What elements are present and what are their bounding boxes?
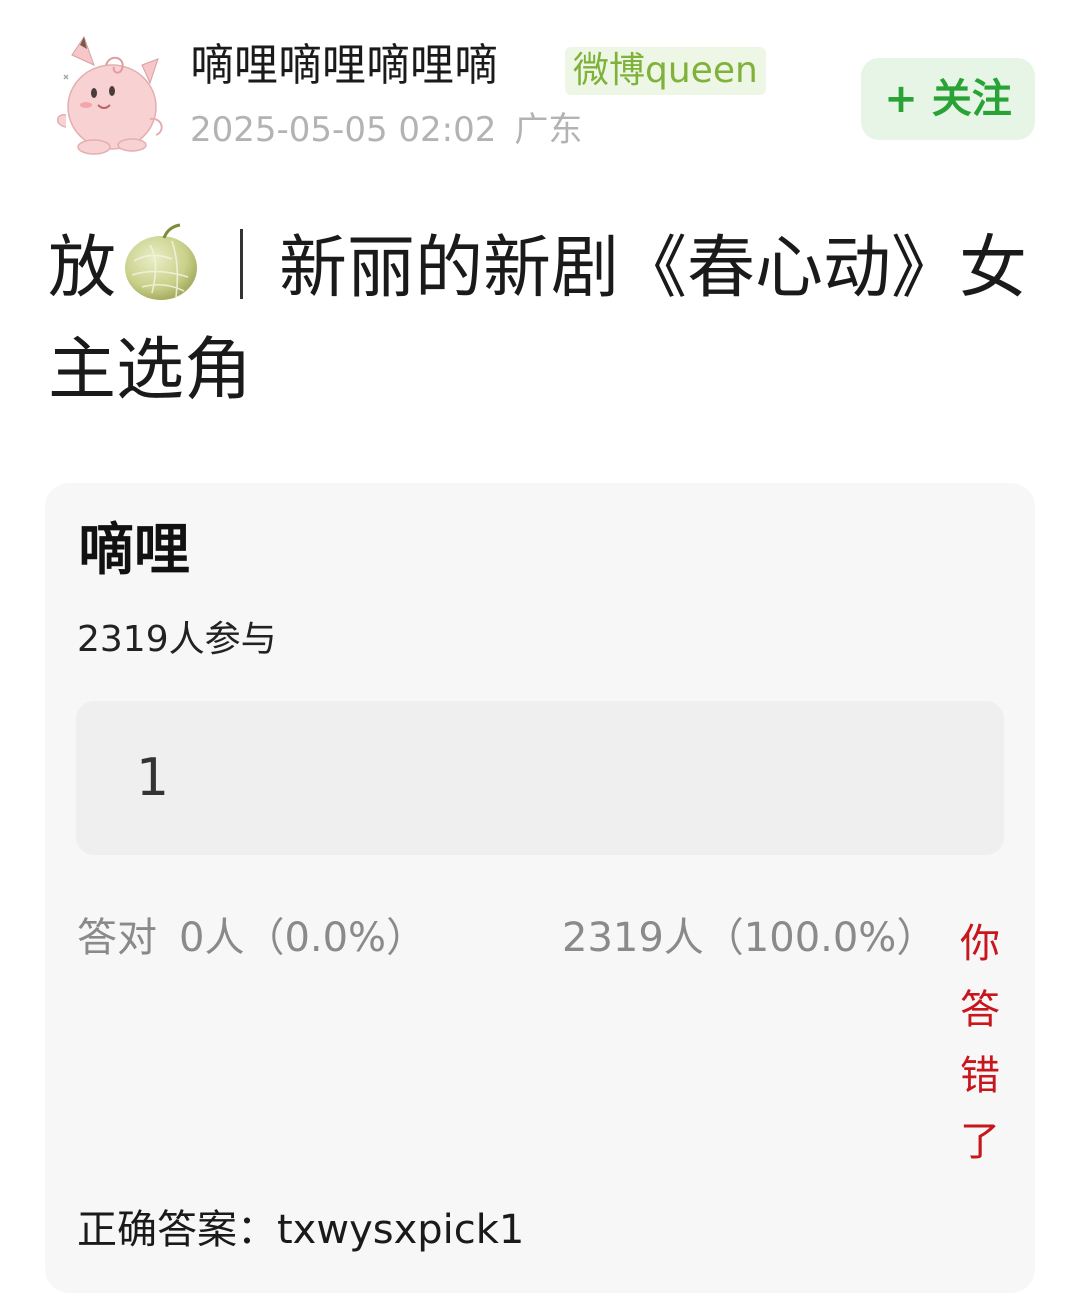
- post-meta: 2025-05-05 02:02 广东: [190, 108, 582, 152]
- quiz-title: 嘀哩: [78, 518, 190, 583]
- quiz-option[interactable]: 1: [76, 701, 1004, 855]
- post-title: 放 新丽的新剧《春心动》女主选角: [48, 218, 1038, 422]
- correct-answer: 正确答案：txwysxpick1: [77, 1203, 524, 1257]
- correct-stat: 答对 0人（0.0%）: [77, 911, 426, 965]
- wrong-count: 2319人（100.0%）: [562, 915, 937, 961]
- correct-answer-label: 正确答案：: [77, 1207, 277, 1253]
- participant-count: 2319人参与: [77, 619, 277, 660]
- correct-count: 0人（0.0%）: [179, 915, 427, 961]
- title-divider: [240, 229, 244, 299]
- clefairy-avatar-icon: [57, 35, 163, 155]
- correct-answer-value: txwysxpick1: [277, 1207, 525, 1253]
- username[interactable]: 嘀哩嘀哩嘀哩嘀: [190, 38, 498, 94]
- follow-button[interactable]: + 关注: [861, 58, 1035, 140]
- post-location: 广东: [514, 110, 583, 150]
- quiz-option-label: 1: [136, 748, 170, 808]
- avatar[interactable]: [50, 35, 168, 157]
- title-prefix: 放: [48, 229, 117, 308]
- correct-label: 答对: [77, 915, 157, 961]
- post-timestamp: 2025-05-05 02:02: [190, 110, 497, 150]
- wrong-answer-notice: 你答错了: [960, 921, 1000, 1165]
- quiz-card: 嘀哩 2319人参与 1 答对 0人（0.0%） 2319人（100.0%） 你答…: [45, 483, 1035, 1293]
- user-badge: 微博queen: [565, 47, 766, 95]
- melon-emoji-icon: [120, 221, 202, 303]
